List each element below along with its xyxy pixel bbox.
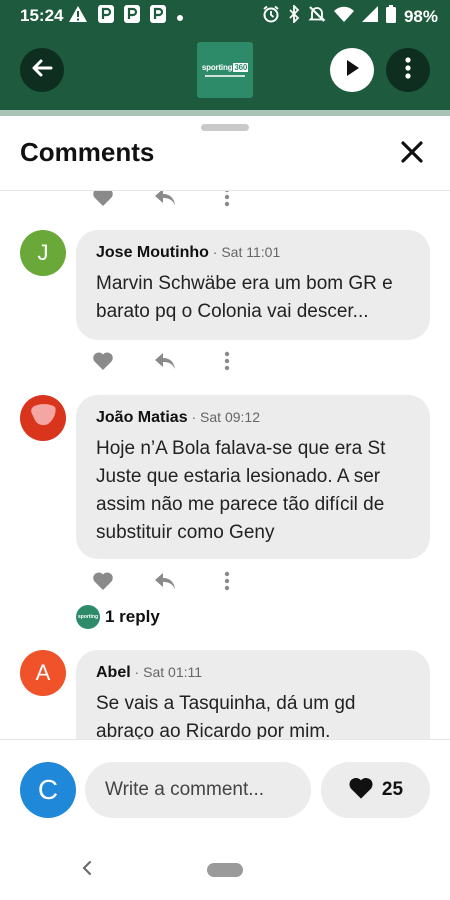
logo-text: sporting — [201, 63, 233, 72]
replier-avatar: sporting — [76, 605, 100, 629]
comment-bubble: Abel · Sat 01:11 Se vais a Tasquinha, dá… — [76, 650, 430, 739]
battery-percent: 98% — [403, 6, 438, 26]
like-button[interactable] — [92, 191, 114, 210]
replies-count: 1 reply — [105, 607, 160, 626]
comment-text: Se vais a Tasquinha, dá um gd abraço ao … — [96, 693, 356, 739]
nav-home-pill[interactable] — [207, 863, 243, 877]
comment-input-placeholder: Write a comment... — [105, 779, 265, 800]
comment-actions — [92, 191, 238, 210]
dot-icon — [176, 7, 184, 27]
more-options-button[interactable] — [386, 48, 430, 92]
like-article-button[interactable]: 25 — [321, 762, 430, 818]
avatar[interactable]: A — [20, 650, 66, 696]
comment-meta: Abel · Sat 01:11 — [96, 664, 203, 681]
comment-text: Hoje n’A Bola falava-se que era St Juste… — [96, 438, 386, 543]
reply-button[interactable] — [154, 572, 176, 594]
current-user-avatar[interactable]: C — [20, 762, 76, 818]
comment-actions — [92, 351, 238, 376]
comment-input[interactable]: Write a comment... — [85, 762, 311, 818]
reply-icon — [154, 571, 176, 596]
logo-badge: 360 — [233, 63, 249, 72]
kebab-menu-icon — [405, 56, 411, 84]
nav-back-button[interactable] — [78, 858, 96, 882]
play-button[interactable] — [330, 48, 374, 92]
kebab-menu-icon — [224, 191, 230, 212]
comment-time: Sat 01:11 — [143, 664, 203, 680]
reply-button[interactable] — [154, 352, 176, 374]
parking-icon — [98, 5, 114, 28]
comment-bubble: Jose Moutinho · Sat 11:01 Marvin Schwäbe… — [76, 230, 430, 340]
chevron-left-icon — [82, 860, 92, 881]
avatar[interactable]: J — [20, 230, 66, 276]
kebab-menu-icon — [224, 351, 230, 376]
comment-author[interactable]: Jose Moutinho — [96, 244, 209, 261]
likes-count: 25 — [381, 779, 404, 800]
notification-icons — [68, 5, 184, 28]
kebab-menu-icon — [224, 571, 230, 596]
heart-icon — [348, 776, 374, 805]
sheet-drag-handle[interactable] — [201, 124, 249, 131]
close-button[interactable] — [396, 138, 428, 170]
view-replies-button[interactable]: sporting 1 reply — [76, 605, 160, 629]
comment-meta: João Matias · Sat 09:12 — [96, 409, 260, 426]
more-button[interactable] — [216, 351, 238, 376]
sporting360-logo: sporting 360 — [197, 42, 253, 98]
wifi-icon — [333, 6, 354, 27]
comment-bubble: João Matias · Sat 09:12 Hoje n’A Bola fa… — [76, 395, 430, 559]
reply-icon — [154, 351, 176, 376]
more-button[interactable] — [216, 191, 238, 210]
heart-icon — [92, 351, 114, 376]
heart-icon — [92, 191, 114, 212]
reply-button[interactable] — [154, 191, 176, 210]
alarm-icon — [262, 5, 280, 28]
sheet-title: Comments — [20, 137, 155, 167]
avatar-letter: A — [35, 660, 51, 685]
avatar-shape-icon — [28, 402, 58, 434]
avatar[interactable] — [20, 395, 66, 441]
comment-text: Marvin Schwäbe era um bom GR e barato pq… — [96, 273, 393, 322]
comment-actions — [92, 571, 238, 596]
comment-author[interactable]: João Matias — [96, 409, 188, 426]
divider — [0, 739, 450, 740]
parking-icon — [124, 5, 140, 28]
close-icon — [400, 140, 424, 169]
alert-icon — [68, 5, 88, 28]
more-button[interactable] — [216, 571, 238, 596]
avatar-letter: C — [37, 774, 59, 805]
comment-author[interactable]: Abel — [96, 664, 131, 681]
like-button[interactable] — [92, 351, 114, 376]
reply-icon — [154, 191, 176, 212]
avatar-letter: J — [37, 240, 49, 265]
battery-icon — [385, 5, 396, 28]
play-icon — [342, 58, 362, 83]
system-icons: 98% — [262, 3, 438, 28]
comment-meta: Jose Moutinho · Sat 11:01 — [96, 244, 281, 261]
status-bar: 15:24 98% — [0, 0, 450, 32]
like-button[interactable] — [92, 571, 114, 596]
replier-logo-text: sporting — [78, 614, 98, 620]
comments-list[interactable]: J Jose Moutinho · Sat 11:01 Marvin Schwä… — [0, 191, 450, 739]
comment-time: Sat 11:01 — [221, 244, 281, 260]
bluetooth-icon — [288, 3, 300, 28]
arrow-left-icon — [30, 56, 54, 85]
heart-icon — [92, 571, 114, 596]
parking-icon — [150, 5, 166, 28]
mute-icon — [308, 5, 326, 28]
comment-time: Sat 09:12 — [200, 409, 260, 425]
signal-icon — [361, 6, 378, 27]
status-time: 15:24 — [20, 6, 64, 25]
app-header: 15:24 98% sporting 360 — [0, 0, 450, 112]
header-shadow-strip — [0, 110, 450, 116]
back-button[interactable] — [20, 48, 64, 92]
